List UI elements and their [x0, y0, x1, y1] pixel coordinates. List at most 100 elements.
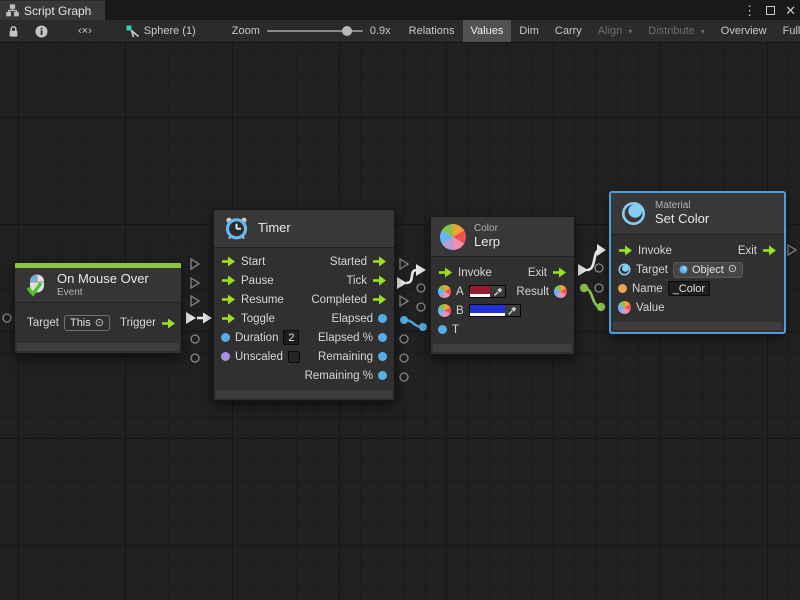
- t-value-port[interactable]: [438, 325, 447, 334]
- wire-trigger-to-toggle[interactable]: [186, 312, 212, 324]
- a-color-port[interactable]: [438, 285, 451, 298]
- invoke-label: Invoke: [458, 267, 492, 279]
- remaining-value-port[interactable]: [378, 352, 387, 361]
- port-timer-pause-in[interactable]: [191, 278, 199, 288]
- port-setcolor-exit-out[interactable]: [788, 245, 796, 255]
- window-maximize-button[interactable]: [766, 6, 775, 15]
- align-button[interactable]: Align ▾: [590, 20, 640, 42]
- graph-context[interactable]: Sphere (1): [114, 20, 204, 42]
- port-timer-elapsed-pct-out[interactable]: [400, 335, 408, 343]
- port-timer-remaining-pct-out[interactable]: [400, 373, 408, 381]
- port-setcolor-name-in[interactable]: [595, 284, 603, 292]
- wire-elapsed-to-t[interactable]: [400, 316, 427, 331]
- node-title: On Mouse Over: [57, 272, 149, 287]
- script-graph-window: Script Graph ⋮ ✕ ‹×›: [0, 0, 800, 600]
- window-close-button[interactable]: ✕: [785, 4, 796, 17]
- timer-icon: [223, 215, 250, 242]
- color-b-swatch[interactable]: [469, 304, 521, 317]
- zoom-slider-knob[interactable]: [342, 26, 352, 36]
- target-label: Target: [636, 264, 668, 276]
- fullscreen-button[interactable]: Full Scre: [775, 20, 800, 42]
- port-timer-duration-in[interactable]: [191, 335, 199, 343]
- node-footer: [17, 343, 179, 351]
- window-menu-button[interactable]: ⋮: [743, 4, 756, 17]
- pause-flow-port[interactable]: [221, 275, 236, 286]
- lock-button[interactable]: [0, 20, 27, 42]
- port-setcolor-target-in[interactable]: [595, 264, 603, 272]
- duration-label: Duration: [235, 332, 278, 344]
- trigger-flow-port[interactable]: [161, 318, 176, 329]
- completed-flow-port[interactable]: [372, 294, 387, 305]
- port-timer-remaining-out[interactable]: [400, 354, 408, 362]
- window-controls: ⋮ ✕: [743, 0, 796, 20]
- edit-graph-button[interactable]: ‹×›: [56, 20, 114, 42]
- wire-result-to-value[interactable]: [580, 284, 605, 311]
- object-picker-icon[interactable]: ⊙: [728, 264, 737, 275]
- node-footer: [433, 344, 572, 352]
- values-button[interactable]: Values: [463, 20, 512, 42]
- port-timer-completed-out[interactable]: [400, 296, 408, 306]
- port-lerp-a-in[interactable]: [417, 284, 425, 292]
- b-label: B: [456, 305, 464, 317]
- value-color-port[interactable]: [618, 301, 631, 314]
- chevron-down-icon: ▾: [701, 27, 705, 36]
- unscaled-value-port[interactable]: [221, 352, 230, 361]
- zoom-slider[interactable]: [267, 30, 363, 32]
- elapsed-pct-value-port[interactable]: [378, 333, 387, 342]
- b-color-port[interactable]: [438, 304, 451, 317]
- node-timer[interactable]: Timer Start Started Pause Tick: [213, 209, 395, 401]
- maximize-icon: [766, 6, 775, 15]
- duration-input[interactable]: 2: [283, 330, 299, 345]
- distribute-button[interactable]: Distribute ▾: [640, 20, 712, 42]
- result-label: Result: [516, 286, 549, 298]
- relations-button[interactable]: Relations: [401, 20, 463, 42]
- port-timer-resume-in[interactable]: [191, 296, 199, 306]
- name-value-port[interactable]: [618, 284, 627, 293]
- duration-value-port[interactable]: [221, 333, 230, 342]
- graph-canvas[interactable]: On Mouse Over Event Target This ⊙ Trigge…: [0, 43, 800, 600]
- port-timer-unscaled-in[interactable]: [191, 354, 199, 362]
- tick-flow-port[interactable]: [372, 275, 387, 286]
- elapsed-value-port[interactable]: [378, 314, 387, 323]
- remaining-pct-value-port[interactable]: [378, 371, 387, 380]
- name-input[interactable]: _Color: [668, 281, 710, 296]
- eyedropper-icon[interactable]: [490, 286, 505, 297]
- name-label: Name: [632, 283, 663, 295]
- toggle-flow-port[interactable]: [221, 313, 236, 324]
- invoke-flow-port[interactable]: [618, 245, 633, 256]
- start-flow-port[interactable]: [221, 256, 236, 267]
- dim-button[interactable]: Dim: [511, 20, 547, 42]
- color-a-swatch[interactable]: [469, 285, 507, 298]
- exit-label: Exit: [528, 267, 547, 279]
- exit-flow-port[interactable]: [552, 267, 567, 278]
- elapsed-pct-label: Elapsed %: [318, 332, 373, 344]
- tab-script-graph[interactable]: Script Graph: [0, 0, 105, 20]
- resume-flow-port[interactable]: [221, 294, 236, 305]
- t-label: T: [452, 324, 459, 336]
- port-omo-target-in[interactable]: [3, 314, 11, 322]
- port-timer-start-in[interactable]: [191, 259, 199, 269]
- overview-button[interactable]: Overview: [713, 20, 775, 42]
- node-on-mouse-over[interactable]: On Mouse Over Event Target This ⊙ Trigge…: [14, 262, 182, 354]
- node-footer: [216, 390, 392, 398]
- completed-label: Completed: [311, 294, 367, 306]
- target-object-pill[interactable]: Object ⊙: [673, 262, 743, 278]
- graph-toolbar: ‹×› Sphere (1) Zoom 0.9x Relations Value…: [0, 20, 800, 43]
- started-flow-port[interactable]: [372, 256, 387, 267]
- node-color-lerp[interactable]: Color Lerp Invoke Exit A: [430, 216, 575, 355]
- resume-label: Resume: [241, 294, 284, 306]
- port-lerp-b-in[interactable]: [417, 303, 425, 311]
- carry-button[interactable]: Carry: [547, 20, 590, 42]
- exit-label: Exit: [738, 245, 757, 257]
- exit-flow-port[interactable]: [762, 245, 777, 256]
- unscaled-checkbox[interactable]: [288, 351, 300, 363]
- result-color-port[interactable]: [554, 285, 567, 298]
- target-sphere-port[interactable]: [618, 263, 631, 276]
- invoke-flow-port[interactable]: [438, 267, 453, 278]
- info-button[interactable]: [27, 20, 56, 42]
- eyedropper-icon[interactable]: [505, 305, 520, 316]
- target-this-pill[interactable]: This ⊙: [64, 315, 110, 331]
- port-timer-started-out[interactable]: [400, 259, 408, 269]
- node-set-color[interactable]: Material Set Color Invoke Exit Target: [610, 192, 785, 333]
- object-picker-icon[interactable]: ⊙: [95, 318, 104, 329]
